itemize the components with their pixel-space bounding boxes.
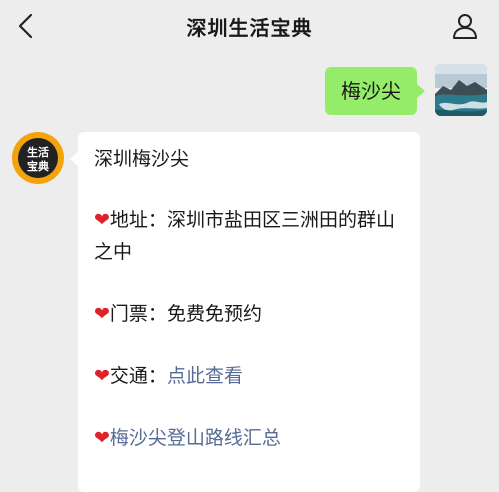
shenghuo-baodian-logo-icon: 生活 宝典 — [12, 132, 64, 184]
chat-header: 深圳生活宝典 — [0, 0, 499, 52]
traffic-link[interactable]: 点此查看 — [167, 365, 243, 387]
user-avatar[interactable] — [435, 64, 487, 116]
heart-icon: ❤ — [94, 365, 110, 387]
ticket-value: 免费免预约 — [166, 303, 262, 325]
person-icon — [453, 14, 477, 39]
avatar-text-line1: 生活 — [27, 145, 49, 159]
avatar-text-line2: 宝典 — [27, 159, 49, 173]
ticket-label: 门票： — [109, 303, 167, 325]
route-summary-link[interactable]: 梅沙尖登山路线汇总 — [110, 427, 281, 449]
reply-title: 深圳梅沙尖 — [94, 148, 190, 170]
sent-message-bubble[interactable]: 梅沙尖 — [325, 67, 425, 115]
traffic-label: 交通： — [109, 365, 167, 387]
route-line: ❤梅沙尖登山路线汇总 — [94, 422, 404, 454]
chat-info-button[interactable] — [451, 12, 479, 40]
traffic-line: ❤交通：点此查看 — [94, 360, 404, 392]
sent-message-row: 梅沙尖 — [287, 64, 487, 118]
sent-message-text: 梅沙尖 — [341, 79, 401, 103]
mountain-sea-avatar-image — [435, 64, 487, 116]
heart-icon: ❤ — [94, 209, 110, 231]
address-line: ❤地址：深圳市盐田区三洲田的群山之中 — [94, 204, 404, 268]
heart-icon: ❤ — [94, 427, 110, 449]
address-label: 地址： — [109, 209, 167, 231]
bot-avatar[interactable]: 生活 宝典 — [12, 132, 64, 184]
heart-icon: ❤ — [94, 303, 110, 325]
ticket-line: ❤门票：免费免预约 — [94, 298, 404, 330]
received-message-bubble[interactable]: 深圳梅沙尖 ❤地址：深圳市盐田区三洲田的群山之中 ❤门票：免费免预约 ❤交通：点… — [70, 132, 420, 492]
chat-title: 深圳生活宝典 — [186, 16, 313, 40]
